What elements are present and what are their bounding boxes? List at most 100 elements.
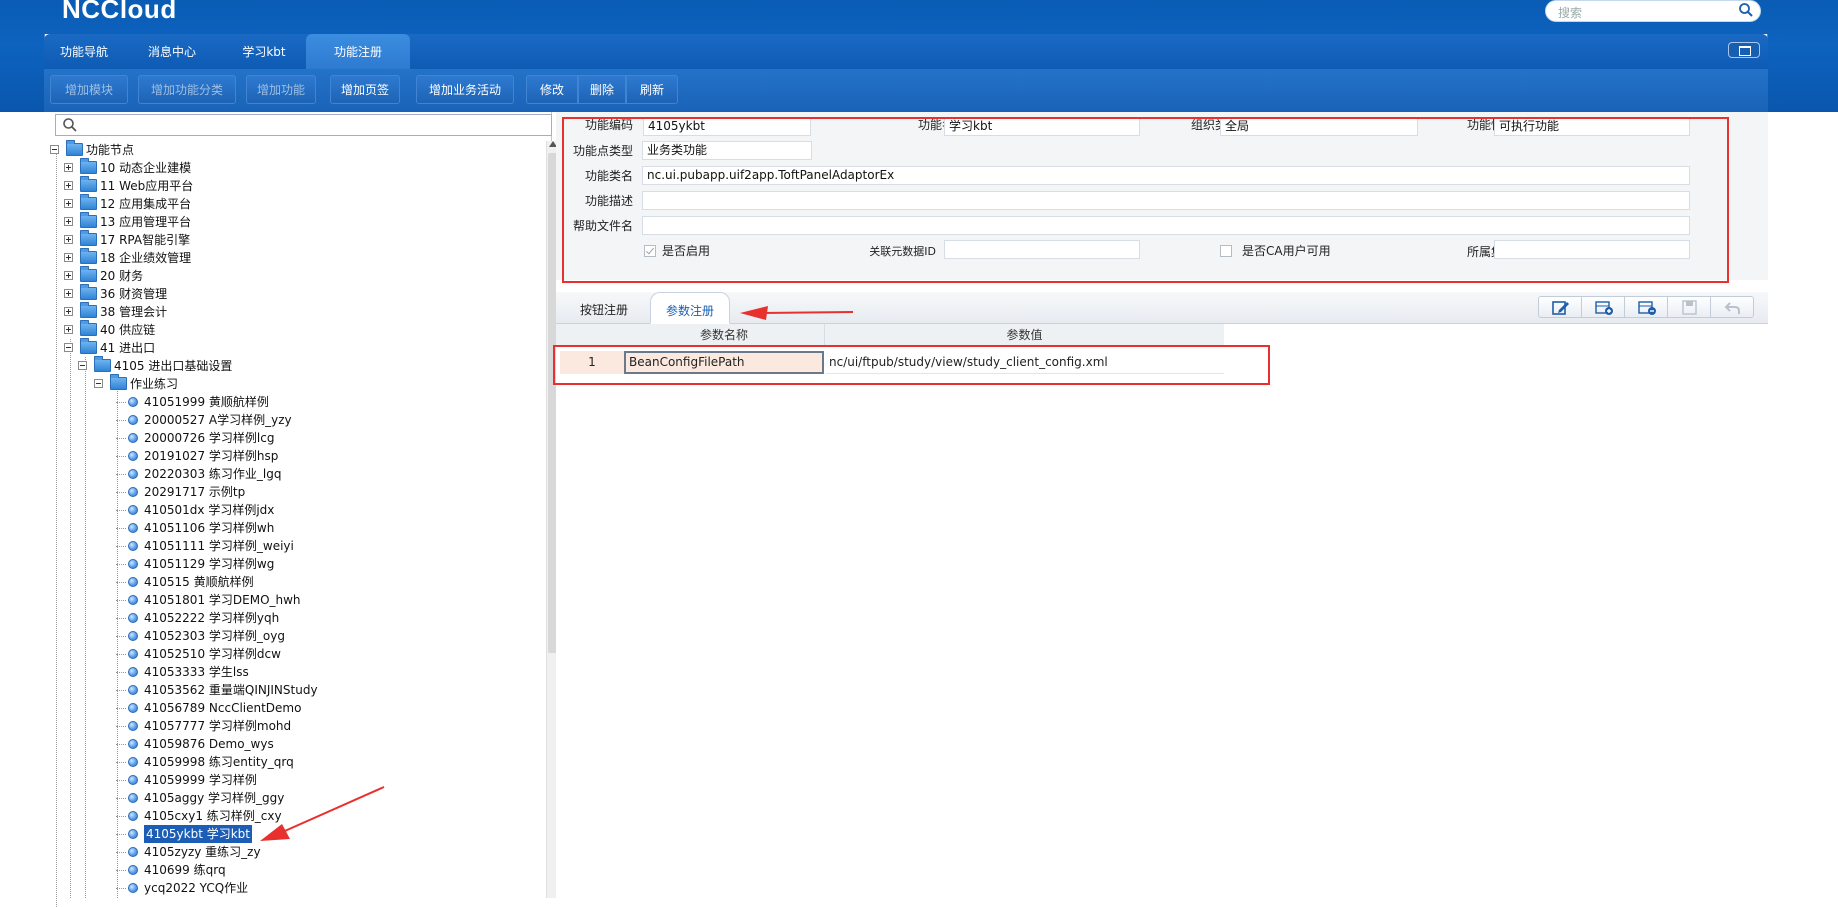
tree-guide-line [116, 420, 126, 421]
highlight-box-grid [553, 345, 1270, 385]
expand-icon[interactable] [64, 217, 73, 226]
highlight-box-form [562, 117, 1729, 283]
tree-node-label: 18 企业绩效管理 [100, 251, 192, 265]
folder-icon [80, 266, 97, 282]
tab-function-nav[interactable]: 功能导航 [48, 34, 120, 69]
folder-icon [110, 374, 127, 390]
node-icon [128, 397, 138, 407]
tree-node-label: 410501dx 学习样例jdx [144, 503, 275, 517]
global-search-input[interactable]: 搜索 [1545, 0, 1761, 22]
tab-study-kbt[interactable]: 学习kbt [224, 34, 304, 69]
expand-icon[interactable] [64, 199, 73, 208]
folder-icon [80, 320, 97, 336]
tree-node-label: 41051999 黄顺航样例 [144, 395, 269, 409]
tree-guide-line [116, 636, 126, 637]
delete-button[interactable]: 删除 [578, 75, 626, 104]
folder-icon [80, 212, 97, 228]
tree-guide-line [116, 438, 126, 439]
add-function-category-button[interactable]: 增加功能分类 [138, 75, 236, 104]
tree-node-label: 41 进出口 [100, 341, 156, 355]
delete-row-icon[interactable] [1624, 296, 1668, 318]
main-tab-bar: 功能导航 消息中心 学习kbt 功能注册 [44, 34, 1768, 69]
add-function-button[interactable]: 增加功能 [246, 75, 316, 104]
tree-node-label: 11 Web应用平台 [100, 179, 194, 193]
tree-guide-line [116, 780, 126, 781]
expand-icon[interactable] [64, 163, 73, 172]
tab-message-center[interactable]: 消息中心 [132, 34, 212, 69]
tree-node-label: 41051129 学习样例wg [144, 557, 275, 571]
tree-guide-line [85, 357, 86, 898]
folder-icon [80, 248, 97, 264]
collapse-icon[interactable] [50, 145, 59, 154]
tree-node-label: 4105zyzy 重练习_zy [144, 845, 261, 859]
tree-node-label: 10 动态企业建模 [100, 161, 192, 175]
tree-node-label: 12 应用集成平台 [100, 197, 192, 211]
modify-button[interactable]: 修改 [526, 75, 578, 104]
folder-icon [80, 194, 97, 210]
tree-guide-line [70, 339, 71, 898]
nccloud-logo: NCCloud [62, 0, 177, 24]
search-icon[interactable] [1738, 2, 1754, 18]
add-module-button[interactable]: 增加模块 [50, 75, 128, 104]
maximize-icon[interactable] [1728, 42, 1760, 58]
tree-guide-line [116, 618, 126, 619]
col-param-name[interactable]: 参数名称 [624, 324, 824, 346]
expand-icon[interactable] [64, 235, 73, 244]
tree-node-label: 作业练习 [130, 377, 179, 391]
tree-node-label: 38 管理会计 [100, 305, 168, 319]
tree-guide-line [116, 690, 126, 691]
node-icon [128, 757, 138, 767]
tree-guide-line [116, 672, 126, 673]
refresh-button[interactable]: 刷新 [626, 75, 678, 104]
tree-guide-line [116, 852, 126, 853]
annotation-arrow-icon [260, 786, 385, 841]
edit-icon[interactable] [1538, 296, 1582, 318]
annotation-arrow-icon [740, 306, 854, 320]
collapse-icon[interactable] [94, 379, 103, 388]
tree-node-label: 4105 进出口基础设置 [114, 359, 233, 373]
expand-icon[interactable] [64, 253, 73, 262]
add-row-icon[interactable] [1581, 296, 1625, 318]
tree-node-label: 20291717 示例tp [144, 485, 246, 499]
tree-guide-line [116, 564, 126, 565]
add-page-tab-button[interactable]: 增加页签 [330, 75, 400, 104]
node-icon [128, 847, 138, 857]
tree-node-label: 41059999 学习样例 [144, 773, 257, 787]
tree-node-label: 40 供应链 [100, 323, 156, 337]
tab-function-register[interactable]: 功能注册 [306, 34, 410, 69]
folder-icon [80, 284, 97, 300]
param-grid-header: 参数名称 参数值 [556, 324, 1224, 346]
tree-guide-line [116, 546, 126, 547]
undo-icon[interactable] [1710, 296, 1754, 318]
tree-guide-line [116, 870, 126, 871]
tree-node-label: 41051111 学习样例_weiyi [144, 539, 294, 553]
tree-guide-line [116, 600, 126, 601]
tree-guide-line [116, 816, 126, 817]
search-icon [63, 118, 77, 132]
expand-icon[interactable] [64, 271, 73, 280]
add-business-activity-button[interactable]: 增加业务活动 [416, 75, 514, 104]
collapse-icon[interactable] [64, 343, 73, 352]
expand-icon[interactable] [64, 307, 73, 316]
folder-icon [94, 356, 111, 372]
tree-guide-line [116, 510, 126, 511]
collapse-icon[interactable] [78, 361, 87, 370]
tree-node-label: 41051801 学习DEMO_hwh [144, 593, 301, 607]
tree-node-label: 41052303 学习样例_oyg [144, 629, 285, 643]
tree-node-label: 4105ykbt 学习kbt [144, 825, 252, 843]
tab-button-register[interactable]: 按钮注册 [570, 292, 638, 324]
node-icon [128, 613, 138, 623]
col-param-value[interactable]: 参数值 [824, 324, 1224, 346]
expand-icon[interactable] [64, 181, 73, 190]
node-icon [128, 505, 138, 515]
node-icon [128, 577, 138, 587]
node-icon [128, 811, 138, 821]
tree-search-input[interactable] [55, 114, 552, 136]
expand-icon[interactable] [64, 325, 73, 334]
expand-icon[interactable] [64, 289, 73, 298]
tree-guide-line [116, 798, 126, 799]
save-icon[interactable] [1667, 296, 1711, 318]
tree-guide-line [116, 654, 126, 655]
tab-param-register[interactable]: 参数注册 [650, 292, 730, 324]
tree-node-label: 41052510 学习样例dcw [144, 647, 281, 661]
